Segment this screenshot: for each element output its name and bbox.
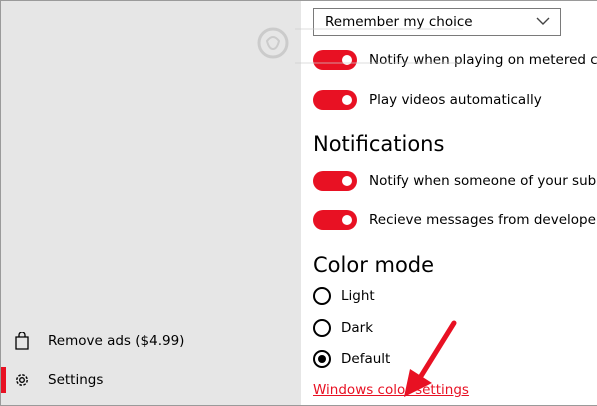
radio-dot — [318, 355, 326, 363]
radio-label: Light — [341, 288, 375, 304]
color-option-default[interactable]: Default — [313, 348, 390, 370]
setting-label: Recieve messages from developers — [369, 212, 597, 228]
windows-color-settings-link[interactable]: Windows color settings — [313, 382, 469, 398]
subscriptions-toggle[interactable] — [313, 171, 357, 191]
sidebar: Remove ads ($4.99) Settings — [1, 1, 301, 405]
autoplay-choice-dropdown[interactable]: Remember my choice — [313, 8, 561, 36]
setting-label: Notify when playing on metered connectio… — [369, 52, 597, 68]
toggle-knob — [342, 95, 352, 105]
developer-messages-toggle[interactable] — [313, 210, 357, 230]
setting-label: Notify when someone of your subscription… — [369, 173, 597, 189]
sidebar-item-remove-ads[interactable]: Remove ads ($4.99) — [1, 320, 301, 362]
notifications-heading: Notifications — [313, 132, 445, 156]
radio-button-selected[interactable] — [313, 350, 331, 368]
radio-label: Dark — [341, 320, 374, 336]
dropdown-value: Remember my choice — [325, 14, 473, 30]
autoplay-toggle[interactable] — [313, 90, 357, 110]
setting-developer-messages: Recieve messages from developers — [313, 208, 597, 232]
metered-toggle[interactable] — [313, 50, 357, 70]
radio-button[interactable] — [313, 287, 331, 305]
selected-indicator — [1, 367, 6, 393]
sidebar-item-label: Settings — [48, 372, 104, 388]
settings-panel: Remember my choice Notify when playing o… — [301, 1, 597, 405]
shopping-bag-icon — [13, 332, 31, 350]
color-mode-heading: Color mode — [313, 253, 435, 277]
chevron-down-icon — [536, 15, 550, 27]
sidebar-item-settings[interactable]: Settings — [1, 359, 301, 401]
setting-metered-connection: Notify when playing on metered connectio… — [313, 48, 597, 72]
color-option-light[interactable]: Light — [313, 285, 375, 307]
setting-subscriptions-notify: Notify when someone of your subscription… — [313, 169, 597, 193]
color-option-dark[interactable]: Dark — [313, 317, 373, 339]
toggle-knob — [342, 215, 352, 225]
setting-label: Play videos automatically — [369, 92, 542, 108]
toggle-knob — [342, 55, 352, 65]
gear-icon — [13, 371, 31, 389]
radio-label: Default — [341, 351, 391, 367]
setting-play-automatically: Play videos automatically — [313, 88, 542, 112]
toggle-knob — [342, 176, 352, 186]
radio-button[interactable] — [313, 319, 331, 337]
sidebar-item-label: Remove ads ($4.99) — [48, 333, 185, 349]
